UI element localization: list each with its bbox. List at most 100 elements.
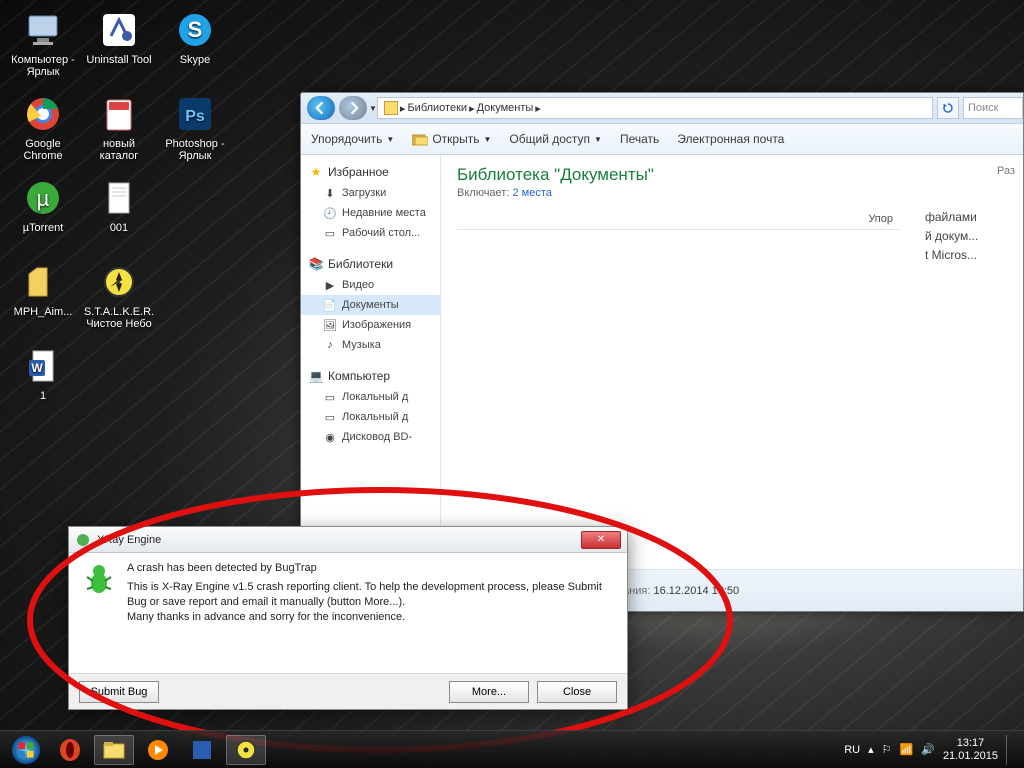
close-button[interactable]: ✕ bbox=[581, 531, 621, 549]
desktop-icon-label: S.T.A.L.K.E.R. Чистое Небо bbox=[84, 306, 154, 330]
nav-back-button[interactable] bbox=[307, 96, 335, 120]
desktop-icon-word1[interactable]: W 1 bbox=[6, 342, 80, 422]
refresh-button[interactable] bbox=[937, 97, 959, 119]
svg-text:S: S bbox=[188, 17, 203, 42]
disc-icon: ◉ bbox=[323, 430, 337, 444]
dialog-body-text: A crash has been detected by BugTrap Thi… bbox=[127, 561, 615, 665]
disk-icon: ▭ bbox=[323, 390, 337, 404]
tray-flag-icon[interactable]: ⚐ bbox=[882, 743, 892, 756]
list-item[interactable]: t Micros... bbox=[921, 246, 1019, 265]
svg-text:µ: µ bbox=[37, 186, 50, 211]
downloads-icon: ⬇ bbox=[323, 186, 337, 200]
list-item[interactable]: файлами bbox=[921, 208, 1019, 227]
right-fragment: Раз файлами й докум... t Micros... bbox=[917, 155, 1023, 569]
more-button[interactable]: More... bbox=[449, 681, 529, 703]
desktop-icon-utorrent[interactable]: µ µTorrent bbox=[6, 174, 80, 254]
taskbar-opera[interactable] bbox=[50, 735, 90, 765]
start-button[interactable] bbox=[6, 730, 46, 768]
clock-time: 13:17 bbox=[943, 737, 998, 749]
dialog-button-row: Submit Bug More... Close bbox=[69, 673, 627, 709]
show-desktop-button[interactable] bbox=[1006, 735, 1014, 765]
breadcrumb-bar[interactable]: ▸ Библиотеки ▸ Документы ▸ bbox=[377, 97, 933, 119]
nav-item-downloads[interactable]: ⬇Загрузки bbox=[301, 183, 440, 203]
column-headers[interactable]: Упор bbox=[457, 213, 901, 230]
xray-crash-dialog[interactable]: XRay Engine ✕ A crash has been detected … bbox=[68, 526, 628, 710]
submit-bug-button[interactable]: Submit Bug bbox=[79, 681, 159, 703]
music-icon: ♪ bbox=[323, 338, 337, 352]
clock-date: 21.01.2015 bbox=[943, 750, 998, 762]
list-item[interactable]: й докум... bbox=[921, 227, 1019, 246]
desktop-icon-chrome[interactable]: Google Chrome bbox=[6, 90, 80, 170]
svg-text:Ps: Ps bbox=[185, 108, 205, 125]
libraries-icon: 📚 bbox=[309, 257, 323, 271]
desktop: Компьютер - Ярлык Uninstall Tool S Skype… bbox=[6, 6, 232, 422]
close-dialog-button[interactable]: Close bbox=[537, 681, 617, 703]
breadcrumb[interactable]: Библиотеки bbox=[407, 102, 467, 114]
taskbar-app[interactable] bbox=[182, 735, 222, 765]
disk-icon: ▭ bbox=[323, 410, 337, 424]
desktop-icon: ▭ bbox=[323, 226, 337, 240]
nav-item-desktop[interactable]: ▭Рабочий стол... bbox=[301, 223, 440, 243]
folder-icon bbox=[384, 101, 398, 115]
tray-show-hidden-icon[interactable]: ▴ bbox=[868, 743, 874, 756]
includes-link[interactable]: 2 места bbox=[512, 187, 551, 199]
breadcrumb[interactable]: Документы bbox=[477, 102, 534, 114]
desktop-icon-001[interactable]: 001 bbox=[82, 174, 156, 254]
computer-icon: 💻 bbox=[309, 369, 323, 383]
desktop-blank bbox=[158, 174, 232, 254]
toolbar-share[interactable]: Общий доступ ▼ bbox=[509, 132, 602, 146]
nav-item-pictures[interactable]: 🖼Изображения bbox=[301, 315, 440, 335]
nav-forward-button[interactable] bbox=[339, 96, 367, 120]
nav-item-localdisk[interactable]: ▭Локальный д bbox=[301, 387, 440, 407]
nav-favorites-header[interactable]: ★Избранное bbox=[301, 161, 440, 183]
dialog-title: XRay Engine bbox=[97, 534, 161, 546]
tray-volume-icon[interactable]: 🔊 bbox=[921, 743, 935, 756]
system-tray: RU ▴ ⚐ 📶 🔊 13:17 21.01.2015 bbox=[844, 735, 1018, 765]
nav-item-bddrive[interactable]: ◉Дисковод BD- bbox=[301, 427, 440, 447]
desktop-icon-label: Photoshop - Ярлык bbox=[160, 138, 230, 162]
desktop-icon-label: 1 bbox=[40, 390, 46, 402]
desktop-icon-new-catalog[interactable]: новый каталог bbox=[82, 90, 156, 170]
desktop-icon-computer[interactable]: Компьютер - Ярлык bbox=[6, 6, 80, 86]
nav-history-dropdown[interactable]: ▼ bbox=[369, 104, 377, 113]
toolbar-email[interactable]: Электронная почта bbox=[677, 132, 784, 146]
col-hint: Раз bbox=[921, 159, 1019, 180]
recent-icon: 🕘 bbox=[323, 206, 337, 220]
nav-computer-header[interactable]: 💻Компьютер bbox=[301, 365, 440, 387]
nav-item-documents[interactable]: 📄Документы bbox=[301, 295, 440, 315]
toolbar-open[interactable]: Открыть ▼ bbox=[412, 132, 491, 146]
taskbar-wmp[interactable] bbox=[138, 735, 178, 765]
nav-item-recent[interactable]: 🕘Недавние места bbox=[301, 203, 440, 223]
taskbar[interactable]: RU ▴ ⚐ 📶 🔊 13:17 21.01.2015 bbox=[0, 730, 1024, 768]
dialog-titlebar[interactable]: XRay Engine ✕ bbox=[69, 527, 627, 553]
language-indicator[interactable]: RU bbox=[844, 744, 860, 756]
desktop-icon-photoshop[interactable]: Ps Photoshop - Ярлык bbox=[158, 90, 232, 170]
desktop-icon-stalker[interactable]: S.T.A.L.K.E.R. Чистое Небо bbox=[82, 258, 156, 338]
desktop-icon-label: µTorrent bbox=[23, 222, 64, 234]
taskbar-stalker[interactable] bbox=[226, 735, 266, 765]
toolbar-organize[interactable]: Упорядочить ▼ bbox=[311, 132, 394, 146]
nav-item-video[interactable]: ▶Видео bbox=[301, 275, 440, 295]
dialog-headline: A crash has been detected by BugTrap bbox=[127, 561, 615, 576]
desktop-icon-skype[interactable]: S Skype bbox=[158, 6, 232, 86]
bug-icon bbox=[81, 561, 117, 597]
desktop-blank bbox=[158, 258, 232, 338]
nav-item-music[interactable]: ♪Музыка bbox=[301, 335, 440, 355]
navigation-pane: ★Избранное ⬇Загрузки 🕘Недавние места ▭Ра… bbox=[301, 155, 441, 569]
desktop-icon-mph-aim[interactable]: MPH_Aim... bbox=[6, 258, 80, 338]
nav-libraries-header[interactable]: 📚Библиотеки bbox=[301, 253, 440, 275]
desktop-icon-label: новый каталог bbox=[84, 138, 154, 162]
dialog-body-line: Many thanks in advance and sorry for the… bbox=[127, 610, 615, 625]
pictures-icon: 🖼 bbox=[323, 318, 337, 332]
taskbar-explorer[interactable] bbox=[94, 735, 134, 765]
desktop-icon-label: Uninstall Tool bbox=[86, 54, 151, 66]
desktop-icon-uninstall-tool[interactable]: Uninstall Tool bbox=[82, 6, 156, 86]
nav-item-localdisk[interactable]: ▭Локальный д bbox=[301, 407, 440, 427]
content-pane: Библиотека "Документы" Включает: 2 места… bbox=[441, 155, 917, 569]
taskbar-clock[interactable]: 13:17 21.01.2015 bbox=[943, 737, 998, 761]
toolbar-print[interactable]: Печать bbox=[620, 132, 659, 146]
desktop-icon-label: 001 bbox=[110, 222, 128, 234]
tray-network-icon[interactable]: 📶 bbox=[900, 743, 914, 756]
star-icon: ★ bbox=[309, 165, 323, 179]
search-box[interactable]: Поиск bbox=[963, 97, 1023, 119]
